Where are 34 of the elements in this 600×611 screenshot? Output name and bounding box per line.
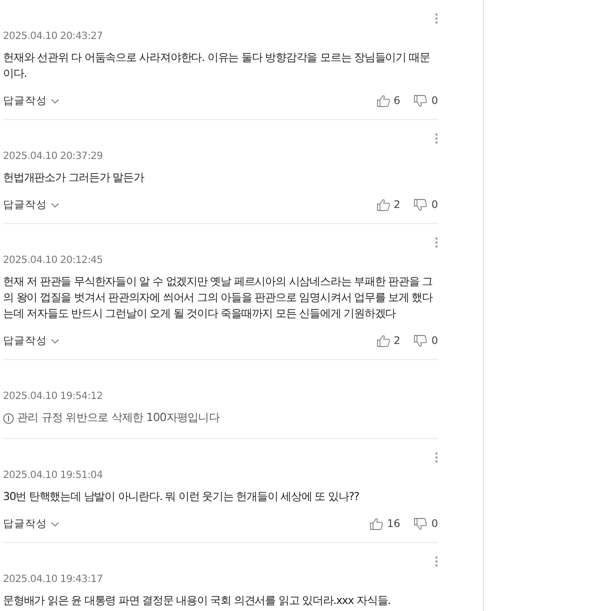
comment-date: 2025.04.10 19:51:04 [3,469,104,483]
chevron-down-icon[interactable] [51,98,59,104]
comment-date: 2025.04.10 20:12:45 [3,254,104,268]
dislike-button[interactable]: 0 [414,95,438,107]
like-button[interactable]: 2 [376,335,400,347]
comment-text: 헌법개판소가 그러든가 말든가 [3,170,146,186]
like-button[interactable]: 6 [376,95,400,107]
comment-date: 2025.04.10 20:37:29 [3,150,104,164]
info-icon [3,412,14,424]
reply-button[interactable]: 답글작성 [3,94,59,108]
comment-date: 2025.04.10 19:54:12 [3,390,104,404]
more-options-icon[interactable] [435,452,438,462]
comment-text: 헌재 저 판관들 무식한자들이 알 수 없겠지만 옛날 페르시아의 시삼네스라는 부패한 판관을 그의 왕이 껍질을 벗겨서 판관의자에 씌어서 그의 아들을 판관으로 임명시켜서 업무를 보게 했다는데 저자들도 반드시 그런날이 오게 될 것이다 죽을때까지 모든 신들에게 기원하겠다 [3,274,434,322]
comment-date: 2025.04.10 20:43:27 [3,30,104,44]
chevron-down-icon[interactable] [51,202,59,208]
comment-text: 30번 탄핵했는데 남발이 아니란다. 뭐 이런 웃기는 헌개들이 세상에 또 있나?? [3,489,360,505]
chevron-down-icon[interactable] [51,522,59,526]
reply-button[interactable]: 답글작성 [3,517,59,531]
dislike-button[interactable]: 0 [414,335,438,347]
dislike-button[interactable]: 0 [414,518,438,530]
chevron-down-icon[interactable] [51,338,59,344]
deleted-notice: 관리 규정 위반으로 삭제한 100자평입니다 [17,410,220,426]
like-button[interactable]: 16 [370,518,400,530]
reply-button[interactable]: 답글작성 [3,334,59,348]
more-options-icon[interactable] [435,132,438,144]
more-options-icon[interactable] [435,12,438,24]
more-options-icon[interactable] [435,236,438,248]
dislike-button[interactable]: 0 [414,199,438,211]
comment-date: 2025.04.10 19:43:17 [3,573,104,587]
more-options-icon[interactable] [435,556,438,566]
comment-text: 문형배가 읽은 윤 대통령 파면 결정문 내용이 국회 의견서를 읽고 있더라.xxx 자식들. [3,593,392,609]
comment-text: 헌재와 선관위 다 어둠속으로 사라져야한다. 이유는 둘다 방향감각을 모르는 장님들이기 때문이다. [3,50,431,82]
reply-button[interactable]: 답글작성 [3,198,59,212]
like-button[interactable]: 2 [376,199,400,211]
